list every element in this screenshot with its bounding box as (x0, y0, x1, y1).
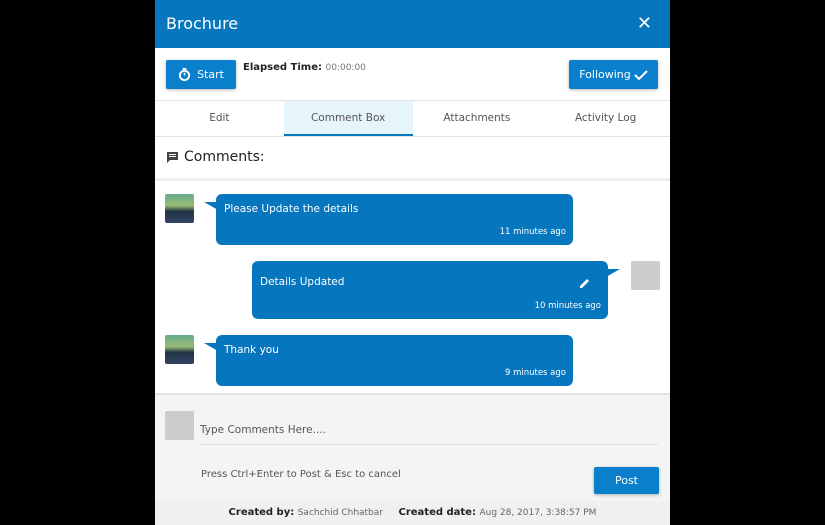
comment-time: 11 minutes ago (499, 227, 566, 237)
divider (155, 178, 670, 181)
comment-time: 10 minutes ago (534, 301, 601, 311)
comment-time: 9 minutes ago (504, 368, 566, 378)
comment-bubble: Thank you 9 minutes ago (204, 335, 573, 386)
avatar (165, 411, 194, 440)
comment-text: Details Updated (260, 276, 345, 288)
start-label: Start (197, 68, 224, 81)
comments-heading: Comments: (166, 149, 265, 165)
avatar (165, 335, 194, 364)
comment-bubble: Please Update the details 11 minutes ago (204, 194, 573, 245)
tab-attachments[interactable]: Attachments (413, 101, 542, 136)
stopwatch-icon (178, 68, 191, 81)
composer-hint: Press Ctrl+Enter to Post & Esc to cancel (201, 469, 401, 480)
following-label: Following (579, 68, 631, 81)
comment-icon (167, 151, 178, 163)
created-date-value: Aug 28, 2017, 3:38:57 PM (479, 508, 597, 518)
modal-header: Brochure ✕ (155, 0, 670, 48)
checkmark-icon (634, 69, 648, 80)
created-by-label: Created by: (228, 507, 295, 518)
elapsed-value: 00:00:00 (325, 63, 366, 73)
edit-pencil-icon[interactable] (579, 277, 591, 289)
post-button[interactable]: Post (594, 467, 659, 494)
footer: Created by: Sachchid Chhatbar Created da… (155, 501, 670, 525)
comment-text: Thank you (224, 344, 279, 356)
elapsed-label: Elapsed Time: (243, 62, 322, 73)
comment-bubble: Details Updated 10 minutes ago (252, 261, 620, 319)
tab-activity-log[interactable]: Activity Log (541, 101, 670, 136)
following-button[interactable]: Following (569, 60, 658, 89)
close-icon[interactable]: ✕ (637, 13, 652, 34)
created-by-value: Sachchid Chhatbar (297, 508, 383, 518)
modal-title: Brochure (166, 14, 239, 33)
start-button[interactable]: Start (166, 60, 236, 89)
avatar (165, 194, 194, 223)
tab-comment-box[interactable]: Comment Box (283, 101, 413, 136)
avatar (631, 261, 660, 290)
comment-input[interactable] (200, 415, 658, 445)
created-date-label: Created date: (398, 507, 476, 518)
elapsed-time: Elapsed Time: 00:00:00 (243, 62, 366, 73)
comments-heading-text: Comments: (184, 149, 265, 165)
tab-bar: Edit Comment Box Attachments Activity Lo… (155, 100, 670, 137)
comment-composer: Press Ctrl+Enter to Post & Esc to cancel… (155, 393, 670, 501)
brochure-modal: Brochure ✕ Start Elapsed Time: 00:00:00 … (155, 0, 670, 525)
tab-edit[interactable]: Edit (155, 101, 284, 136)
comment-text: Please Update the details (224, 203, 359, 215)
